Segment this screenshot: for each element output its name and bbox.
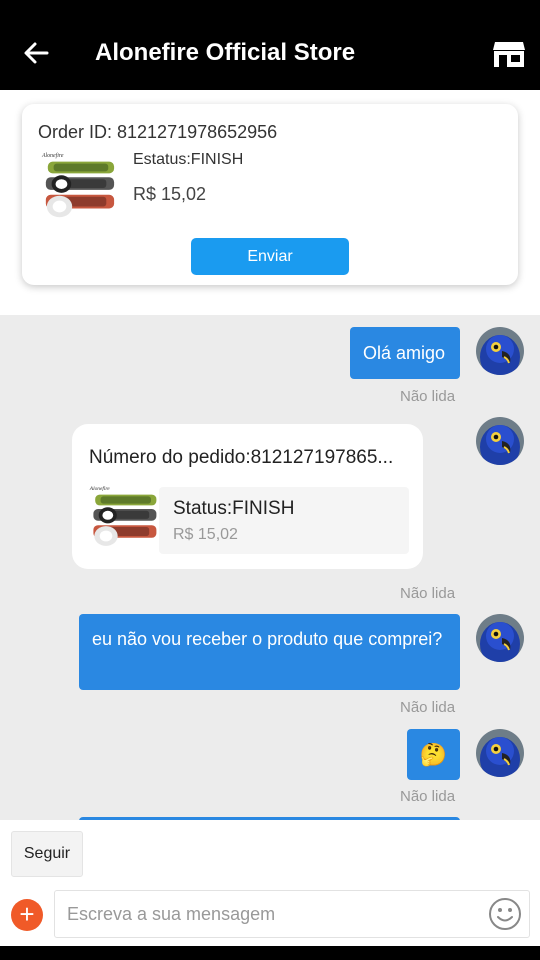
message-input-box[interactable] — [54, 890, 530, 938]
avatar — [476, 327, 524, 375]
product-message-title: Número do pedido:812127197865... — [89, 447, 394, 468]
smiley-icon[interactable] — [488, 897, 522, 931]
avatar — [476, 614, 524, 662]
emoji-message-bubble[interactable]: 🤔 — [407, 729, 460, 780]
thinking-emoji-icon: 🤔 — [419, 741, 448, 767]
message-bubble[interactable]: Olá amigo — [350, 327, 460, 379]
product-info-box: Status:FINISH R$ 15,02 — [159, 487, 409, 554]
order-card[interactable]: Order ID: 8121271978652956 Estatus:FINIS… — [22, 104, 518, 285]
plus-icon[interactable]: + — [11, 899, 43, 931]
read-status: Não lida — [400, 585, 456, 602]
message-bubble[interactable]: eu não vou receber o produto que comprei… — [79, 614, 460, 690]
read-status: Não lida — [400, 699, 456, 716]
system-nav-strip — [0, 946, 540, 960]
composer-area: Seguir + — [0, 820, 540, 946]
store-button[interactable] — [489, 34, 529, 74]
order-id: Order ID: 8121271978652956 — [38, 122, 278, 142]
product-image — [88, 482, 160, 554]
store-icon — [493, 42, 525, 67]
message-text: Olá amigo — [363, 343, 446, 363]
product-message-card[interactable]: Número do pedido:812127197865... Status:… — [72, 424, 423, 569]
page-title: Alonefire Official Store — [95, 39, 356, 66]
avatar — [476, 417, 524, 465]
message-input[interactable] — [67, 891, 477, 937]
read-status: Não lida — [400, 388, 456, 405]
product-status: Status:FINISH — [173, 498, 295, 519]
order-status: Estatus:FINISH — [133, 151, 244, 168]
order-price: R$ 15,02 — [133, 184, 207, 204]
message-text: eu não vou receber o produto que comprei… — [92, 629, 443, 649]
send-order-button[interactable]: Enviar — [191, 238, 349, 275]
read-status: Não lida — [400, 788, 456, 805]
arrow-left-icon — [24, 42, 49, 64]
product-image — [40, 148, 118, 226]
order-summary-area: Order ID: 8121271978652956 Estatus:FINIS… — [0, 90, 540, 315]
chat-area[interactable]: Olá amigo Não lida Número do pedido:8121… — [0, 315, 540, 820]
avatar — [476, 729, 524, 777]
top-bar: Alonefire Official Store — [0, 0, 540, 90]
back-button[interactable] — [18, 35, 54, 71]
follow-button[interactable]: Seguir — [11, 831, 83, 877]
product-price: R$ 15,02 — [173, 526, 238, 543]
